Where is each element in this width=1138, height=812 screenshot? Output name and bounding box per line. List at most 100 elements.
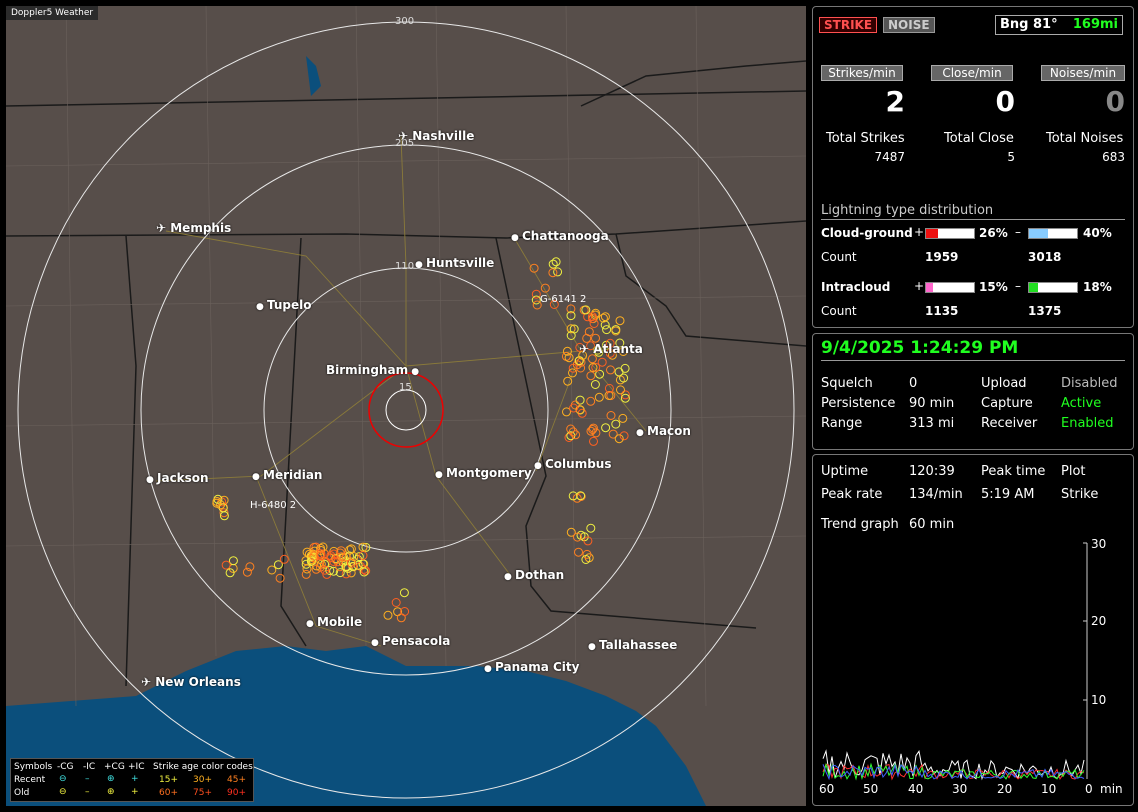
city-montgomery[interactable]: ● Montgomery <box>435 466 532 480</box>
city-macon[interactable]: ● Macon <box>636 424 691 438</box>
city-new-orleans[interactable]: ✈ New Orleans <box>141 675 241 689</box>
strike-marker <box>267 565 277 575</box>
ring-label-15: 15 <box>399 382 412 393</box>
ic-minus-sign: – <box>1015 279 1021 293</box>
city-name: Huntsville <box>426 256 495 270</box>
ic-positive-fill <box>926 283 934 292</box>
ring-label-300: 300 <box>395 16 415 27</box>
plot-label: Plot <box>1061 464 1086 479</box>
city-tupelo[interactable]: ● Tupelo <box>256 298 312 312</box>
city-dot-icon: ● <box>415 260 426 270</box>
legend-age-75: 75+ <box>193 788 212 798</box>
cg-negative-bar <box>1028 228 1078 239</box>
lightning-map[interactable]: Doppler5 Weather 300 205 110 15 ✈ Nashvi… <box>6 6 806 806</box>
city-name: Pensacola <box>382 634 451 648</box>
city-memphis[interactable]: ✈ Memphis <box>156 221 231 235</box>
strike-marker <box>228 556 238 566</box>
storm-cell-label-g[interactable]: G-6141 2 <box>540 294 586 305</box>
strike-marker <box>591 333 600 343</box>
city-dot-icon: ● <box>146 475 157 485</box>
cg-positive-fill <box>926 229 939 238</box>
city-columbus[interactable]: ● Columbus <box>534 457 612 471</box>
city-name: Mobile <box>317 615 363 629</box>
current-datetime: 9/4/2025 1:24:29 PM <box>821 338 1019 358</box>
city-tallahassee[interactable]: ● Tallahassee <box>588 638 677 652</box>
strike-status-panel: STRIKE NOISE Bng 81° 169mi Strikes/min C… <box>812 6 1134 328</box>
cloud-ground-label: Cloud-ground <box>821 226 913 240</box>
strike-marker <box>221 560 231 570</box>
range-label: Range <box>821 416 863 431</box>
city-pensacola[interactable]: ● Pensacola <box>371 634 450 648</box>
strike-marker <box>620 363 630 373</box>
peak-time-label: Peak time <box>981 464 1046 479</box>
city-mobile[interactable]: ● Mobile <box>306 615 362 629</box>
total-strikes-value: 7487 <box>874 150 905 164</box>
x-label-60: 60 <box>819 782 835 796</box>
y-label-20: 20 <box>1091 614 1107 628</box>
cg-positive-pct: 26% <box>979 226 1008 240</box>
ic-positive-pct: 15% <box>979 280 1008 294</box>
storm-cell-label-h[interactable]: H-6480 2 <box>250 500 296 511</box>
symbol-legend: Symbols -CG -IC +CG +IC Strike age color… <box>10 758 254 802</box>
strike-marker <box>383 610 393 620</box>
legend-recent-neg-ic-icon: – <box>85 774 90 784</box>
strike-marker <box>301 569 311 579</box>
cg-positive-bar <box>925 228 975 239</box>
peak-rate-value: 134/min <box>909 487 963 502</box>
cg-positive-count: 1959 <box>925 250 959 264</box>
legend-old-pos-ic-icon: + <box>131 787 139 797</box>
ic-negative-fill <box>1029 283 1038 292</box>
city-dot-icon: ● <box>306 619 317 629</box>
capture-label: Capture <box>981 396 1033 411</box>
city-panama-city[interactable]: ● Panama City <box>484 660 579 674</box>
city-name: Chattanooga <box>522 229 609 243</box>
strike-marker <box>574 547 583 557</box>
strike-marker <box>391 598 401 607</box>
ic-negative-pct: 18% <box>1083 280 1112 294</box>
close-per-min-value: 0 <box>995 85 1015 118</box>
city-dot-icon: ● <box>252 472 263 482</box>
city-dot-icon: ● <box>484 664 495 674</box>
city-name: Jackson <box>157 471 209 485</box>
ic-plus-sign: + <box>914 279 925 293</box>
range-value: 313 mi <box>909 416 955 431</box>
strike-marker <box>589 436 598 446</box>
city-name: Meridian <box>263 468 323 482</box>
persistence-value: 90 min <box>909 396 955 411</box>
city-meridian[interactable]: ● Meridian <box>252 468 322 482</box>
legend-recent-pos-cg-icon: ⊕ <box>107 774 115 784</box>
squelch-label: Squelch <box>821 376 873 391</box>
trend-graph-label: Trend graph <box>821 517 899 532</box>
city-dot-icon: ● <box>636 428 647 438</box>
ic-negative-count: 1375 <box>1028 304 1062 318</box>
strikes-per-min-label: Strikes/min <box>821 65 903 81</box>
receiver-value: Enabled <box>1061 416 1114 431</box>
city-name: Montgomery <box>446 466 532 480</box>
city-name: Macon <box>647 424 691 438</box>
total-strikes-label: Total Strikes <box>826 131 905 146</box>
plot-value[interactable]: Strike <box>1061 487 1098 502</box>
cg-negative-fill <box>1029 229 1049 238</box>
city-nashville[interactable]: ✈ Nashville <box>398 129 474 143</box>
persistence-label: Persistence <box>821 396 896 411</box>
legend-recent-neg-cg-icon: ⊖ <box>59 774 67 784</box>
strike-marker <box>616 385 625 395</box>
ic-positive-bar <box>925 282 975 293</box>
city-huntsville[interactable]: ● Huntsville <box>415 256 494 270</box>
city-dot-icon: ● <box>435 470 446 480</box>
x-label-40: 40 <box>908 782 924 796</box>
squelch-value: 0 <box>909 376 918 391</box>
trend-panel: Uptime 120:39 Peak time Plot Peak rate 1… <box>812 454 1134 806</box>
city-name: Memphis <box>170 221 232 235</box>
strike-marker <box>575 395 585 405</box>
intracloud-label: Intracloud <box>821 280 891 294</box>
city-atlanta[interactable]: ✈ Atlanta <box>579 342 643 356</box>
lake-water <box>306 56 321 96</box>
legend-recent-label: Recent <box>14 775 46 785</box>
city-chattanooga[interactable]: ● Chattanooga <box>511 229 609 243</box>
city-birmingham[interactable]: Birmingham ● <box>326 363 419 377</box>
strike-indicator: STRIKE <box>819 17 878 33</box>
trend-graph-value: 60 min <box>909 517 955 532</box>
city-jackson[interactable]: ● Jackson <box>146 471 209 485</box>
city-dothan[interactable]: ● Dothan <box>504 568 564 582</box>
